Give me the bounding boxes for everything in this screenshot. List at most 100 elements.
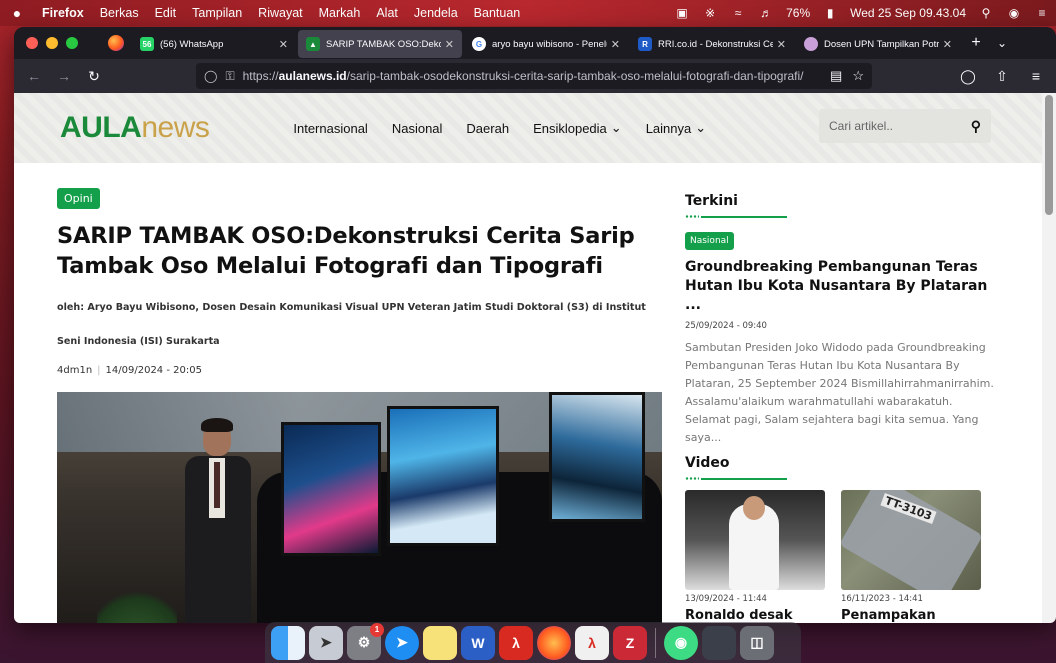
preview-icon[interactable]: [702, 625, 736, 660]
url-bar[interactable]: ◯ ⚿ https://aulanews.id/sarip-tambak-oso…: [196, 63, 872, 89]
finder-icon[interactable]: [271, 625, 305, 660]
menu-markah[interactable]: Markah: [311, 6, 369, 20]
battery-icon[interactable]: ▮: [822, 6, 838, 20]
url-text[interactable]: https://aulanews.id/sarip-tambak-osodeko…: [243, 69, 820, 83]
control-center-icon[interactable]: ≡: [1034, 6, 1050, 20]
tab-google[interactable]: G aryo bayu wibisono - Penelusuran ✕: [464, 30, 628, 58]
nav-daerah[interactable]: Daerah: [466, 120, 509, 136]
search-icon[interactable]: ⚲: [971, 118, 981, 135]
video-date: 13/09/2024 - 11:44: [685, 594, 767, 604]
close-window-button[interactable]: [26, 37, 38, 49]
page-viewport: AULA news Internasional Nasional Daerah E…: [14, 93, 1042, 623]
chevron-down-icon: ⌄: [610, 120, 622, 135]
acrobat-reader-icon[interactable]: λ: [575, 625, 609, 660]
tab-strip: 56 (56) WhatsApp ✕ ▲ SARIP TAMBAK OSO:De…: [14, 27, 1056, 59]
article-byline: oleh: Aryo Bayu Wibisono, Dosen Desain K…: [57, 302, 646, 347]
nav-lainnya[interactable]: Lainnya ⌄: [646, 120, 706, 136]
zotero-icon[interactable]: Z: [613, 625, 647, 660]
scrollbar-thumb[interactable]: [1045, 95, 1053, 215]
close-tab-icon[interactable]: ✕: [279, 38, 288, 51]
safari-icon[interactable]: ➤: [385, 625, 419, 660]
pocket-icon[interactable]: ◯: [956, 64, 980, 88]
menu-bantuan[interactable]: Bantuan: [466, 6, 529, 20]
video-title[interactable]: Ronaldo desak Manchester: [685, 608, 825, 623]
section-title-video: Video: [685, 455, 730, 471]
menu-app-name[interactable]: Firefox: [34, 6, 92, 20]
tab-title: SARIP TAMBAK OSO:Dekonstruksi: [326, 38, 441, 50]
site-logo[interactable]: AULA news: [60, 111, 210, 145]
menu-tampilan[interactable]: Tampilan: [184, 6, 250, 20]
video-thumbnail[interactable]: TT-3103: [841, 490, 981, 590]
section-divider: [685, 477, 995, 480]
clock[interactable]: Wed 25 Sep 09.43.04: [850, 6, 966, 20]
nav-ensiklopedia[interactable]: Ensiklopedia ⌄: [533, 120, 622, 136]
tab-rri[interactable]: R RRI.co.id - Dekonstruksi Cerita ✕: [630, 30, 794, 58]
firefox-view-icon[interactable]: [108, 35, 124, 51]
apple-menu-icon[interactable]: ●: [0, 5, 34, 21]
acrobat-icon[interactable]: λ: [499, 625, 533, 660]
tracking-protection-icon[interactable]: ◯: [204, 69, 217, 83]
menu-alat[interactable]: Alat: [368, 6, 406, 20]
close-tab-icon[interactable]: ✕: [943, 38, 952, 51]
zoom-window-button[interactable]: [66, 37, 78, 49]
category-badge[interactable]: Nasional: [685, 232, 734, 250]
word-icon[interactable]: W: [461, 625, 495, 660]
bookmark-star-icon[interactable]: ☆: [852, 68, 864, 84]
article-author[interactable]: 4dm1n: [57, 365, 92, 376]
category-badge[interactable]: Opini: [57, 188, 100, 209]
menu-berkas[interactable]: Berkas: [92, 6, 147, 20]
whatsapp-icon: 56: [140, 37, 154, 51]
wifi-icon[interactable]: ≈: [730, 6, 746, 20]
back-button[interactable]: ←: [22, 64, 46, 88]
artwork-1: [281, 422, 381, 556]
menu-edit[interactable]: Edit: [147, 6, 185, 20]
volume-icon[interactable]: ♬: [758, 6, 774, 20]
page-scrollbar[interactable]: [1042, 93, 1056, 623]
close-tab-icon[interactable]: ✕: [445, 38, 454, 51]
video-card[interactable]: 13/09/2024 - 11:44 Ronaldo desak Manches…: [685, 490, 825, 623]
menu-jendela[interactable]: Jendela: [406, 6, 466, 20]
person-figure: [181, 418, 255, 623]
close-tab-icon[interactable]: ✕: [777, 38, 786, 51]
video-thumbnail[interactable]: [685, 490, 825, 590]
trash-icon[interactable]: ◫: [740, 625, 774, 660]
close-tab-icon[interactable]: ✕: [611, 38, 620, 51]
list-all-tabs-icon[interactable]: ⌄: [990, 36, 1014, 50]
terkini-article-excerpt: Sambutan Presiden Joko Widodo pada Groun…: [685, 341, 994, 444]
macos-menubar: ● Firefox Berkas Edit Tampilan Riwayat M…: [0, 0, 1056, 26]
new-tab-button[interactable]: +: [962, 34, 990, 52]
system-settings-icon[interactable]: ⚙ 1: [347, 622, 384, 660]
siri-icon[interactable]: ◉: [1006, 6, 1022, 20]
artwork-3: [549, 392, 645, 522]
notes-icon[interactable]: [423, 625, 457, 660]
nav-internasional[interactable]: Internasional: [293, 120, 367, 136]
reader-view-icon[interactable]: ▤: [830, 68, 842, 84]
firefox-icon[interactable]: [537, 625, 571, 660]
android-file-transfer-icon[interactable]: ◉: [664, 625, 698, 660]
forward-button[interactable]: →: [52, 64, 76, 88]
reload-button[interactable]: ↻: [82, 64, 106, 88]
artwork-2: [387, 406, 499, 546]
minimize-window-button[interactable]: [46, 37, 58, 49]
google-icon: G: [472, 37, 486, 51]
launchpad-icon[interactable]: ➤: [309, 625, 343, 660]
tab-whatsapp[interactable]: 56 (56) WhatsApp ✕: [132, 30, 296, 58]
tab-upn[interactable]: Dosen UPN Tampilkan Potret ✕: [796, 30, 960, 58]
bluetooth-icon[interactable]: ※: [702, 6, 718, 20]
screen-mirror-icon[interactable]: ▣: [674, 6, 690, 20]
terkini-article-title[interactable]: Groundbreaking Pembangunan Teras Hutan I…: [685, 258, 995, 315]
video-title[interactable]: Penampakan Detik-Detik: [841, 608, 981, 623]
menu-riwayat[interactable]: Riwayat: [250, 6, 310, 20]
firefox-window: 56 (56) WhatsApp ✕ ▲ SARIP TAMBAK OSO:De…: [14, 27, 1056, 623]
search-input[interactable]: Cari artikel.. ⚲: [819, 109, 991, 143]
spotlight-icon[interactable]: ⚲: [978, 6, 994, 20]
video-card[interactable]: TT-3103 16/11/2023 - 14:41 Penampakan De…: [841, 490, 981, 623]
tab-title: RRI.co.id - Dekonstruksi Cerita: [658, 38, 773, 50]
share-icon[interactable]: ⇧: [990, 64, 1014, 88]
battery-percent[interactable]: 76%: [786, 6, 810, 20]
nav-nasional[interactable]: Nasional: [392, 120, 443, 136]
rri-icon: R: [638, 37, 652, 51]
tab-aulanews[interactable]: ▲ SARIP TAMBAK OSO:Dekonstruksi ✕: [298, 30, 462, 58]
app-menu-icon[interactable]: ≡: [1024, 64, 1048, 88]
lock-icon[interactable]: ⚿: [225, 69, 234, 84]
